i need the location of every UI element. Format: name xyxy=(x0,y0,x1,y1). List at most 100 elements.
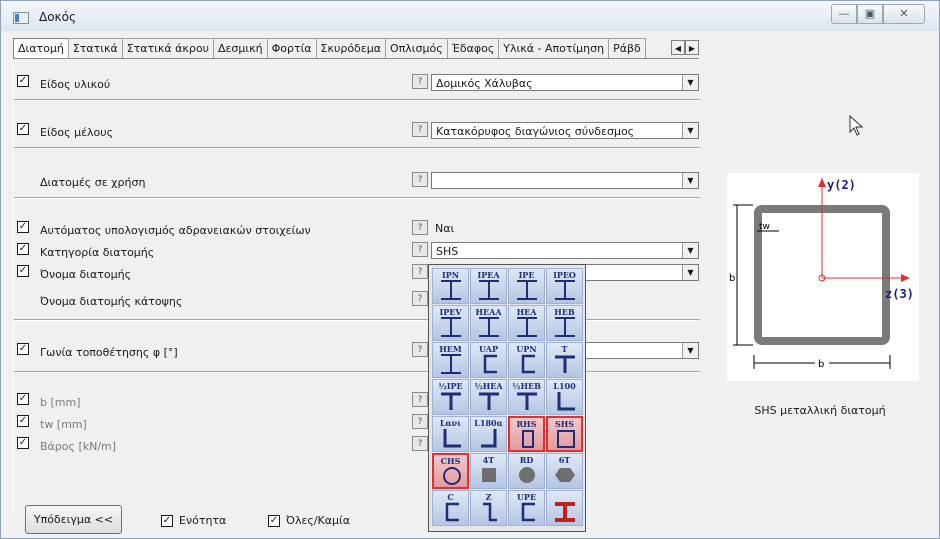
member-type-checkbox[interactable]: ✓ xyxy=(17,123,29,135)
material-label: Είδος υλικού xyxy=(40,78,111,91)
tab-scroll-left-button[interactable]: ◀ xyxy=(671,40,685,55)
material-help-button[interactable]: ? xyxy=(412,74,428,89)
placement-angle-checkbox[interactable]: ✓ xyxy=(17,343,29,355)
b-help-button[interactable]: ? xyxy=(412,392,428,407)
section-upe-option[interactable]: UPE xyxy=(508,490,545,526)
section-lανι-option[interactable]: Lανι xyxy=(432,416,469,452)
sections-in-use-help-button[interactable]: ? xyxy=(412,172,428,187)
section-ipe-option[interactable]: IPE xyxy=(508,268,545,304)
section-hem-option[interactable]: HEM xyxy=(432,342,469,378)
all-none-checkbox-group[interactable]: ✓ Όλες/Καμία xyxy=(268,514,350,527)
title-bar: Δοκός — ▣ ✕ xyxy=(1,1,939,31)
chevron-down-icon[interactable]: ▼ xyxy=(682,173,698,188)
section-name-label: Όνομα διατομής xyxy=(40,268,132,281)
sections-in-use-select[interactable]: ▼ xyxy=(431,172,699,189)
divider xyxy=(14,197,700,199)
section-6t-option[interactable]: 6T xyxy=(546,453,583,489)
row-member-type: ✓ Είδος μέλους ? Κατακόρυφος διαγώνιος σ… xyxy=(14,121,700,143)
tab-strip: Διατομή Στατικά Στατικά άκρου Δεσμική Φο… xyxy=(13,38,699,60)
section-t-option[interactable]: T xyxy=(546,342,583,378)
sample-button[interactable]: Υπόδειγμα << xyxy=(25,505,122,534)
tab-bars[interactable]: Ράβδ xyxy=(608,38,646,58)
chevron-down-icon[interactable]: ▼ xyxy=(682,75,698,90)
tab-end-statics[interactable]: Στατικά άκρου xyxy=(121,38,214,58)
section-category-checkbox[interactable]: ✓ xyxy=(17,243,29,255)
section-rhs-option[interactable]: RHS xyxy=(508,416,545,452)
section-c-option[interactable]: C xyxy=(432,490,469,526)
section-ipea-option[interactable]: IPEA xyxy=(470,268,507,304)
y-axis-arrow-icon xyxy=(818,178,826,187)
member-type-value: Κατακόρυφος διαγώνιος σύνδεσμος xyxy=(436,125,635,138)
section-l100-option[interactable]: L100 xyxy=(546,379,583,415)
tab-statics[interactable]: Στατικά xyxy=(67,38,123,58)
chevron-down-icon[interactable]: ▼ xyxy=(682,123,698,138)
tab-section[interactable]: Διατομή xyxy=(13,38,69,58)
app-icon xyxy=(13,12,29,24)
tab-materials-assessment[interactable]: Υλικά - Αποτίμηση xyxy=(498,38,610,58)
unit-checkbox-group[interactable]: ✓ Ενότητα xyxy=(161,514,226,527)
section-heaa-option[interactable]: HEAA xyxy=(470,305,507,341)
section-name-plan-help-button[interactable]: ? xyxy=(412,291,428,306)
row-section-name: ✓ Όνομα διατομής ? ▼ xyxy=(14,263,700,285)
material-checkbox[interactable]: ✓ xyxy=(17,75,29,87)
section-rd-option[interactable]: RD xyxy=(508,453,545,489)
tw-checkbox[interactable]: ✓ xyxy=(17,415,29,427)
unit-checkbox[interactable]: ✓ xyxy=(161,514,173,527)
weight-label: Βάρος [kN/m] xyxy=(40,440,117,453)
tab-reinforcement[interactable]: Οπλισμός xyxy=(384,38,448,58)
row-section-category: ✓ Κατηγορία διατομής ? SHS ▼ xyxy=(14,241,700,263)
section-hea-option[interactable]: HEA xyxy=(508,305,545,341)
section-category-help-button[interactable]: ? xyxy=(412,242,428,257)
section-heb-option[interactable]: HEB xyxy=(546,305,583,341)
maximize-button[interactable]: ▣ xyxy=(857,4,883,24)
tab-loads[interactable]: Φορτία xyxy=(266,38,317,58)
section-name-help-button[interactable]: ? xyxy=(412,264,428,279)
tab-soil[interactable]: Έδαφος xyxy=(446,38,500,58)
section-upn-option[interactable]: UPN xyxy=(508,342,545,378)
tw-label: tw [mm] xyxy=(40,418,87,431)
auto-inertia-value[interactable]: Ναι xyxy=(431,220,699,237)
section-shs-option[interactable]: SHS xyxy=(546,416,583,452)
auto-inertia-help-button[interactable]: ? xyxy=(412,220,428,235)
chevron-down-icon[interactable]: ▼ xyxy=(682,343,698,358)
placement-angle-help-button[interactable]: ? xyxy=(412,342,428,357)
section-ipev-option[interactable]: IPEV xyxy=(432,305,469,341)
chevron-down-icon[interactable]: ▼ xyxy=(682,265,698,280)
minimize-button[interactable]: — xyxy=(831,4,857,24)
member-type-help-button[interactable]: ? xyxy=(412,122,428,137)
section-z-option[interactable]: Z xyxy=(470,490,507,526)
sections-in-use-label: Διατομές σε χρήση xyxy=(40,176,146,189)
material-select[interactable]: Δομικός Χάλυβας ▼ xyxy=(431,74,699,91)
row-weight: ✓ Βάρος [kN/m] ? xyxy=(14,435,700,457)
tab-bond[interactable]: Δεσμική xyxy=(212,38,268,58)
section-heb-option[interactable]: ½HEB xyxy=(508,379,545,415)
b-checkbox[interactable]: ✓ xyxy=(17,393,29,405)
chevron-down-icon[interactable]: ▼ xyxy=(682,243,698,258)
tw-help-button[interactable]: ? xyxy=(412,414,428,429)
auto-inertia-label: Αυτόματος υπολογισμός αδρανειακών στοιχε… xyxy=(40,224,311,237)
section-chs-option[interactable]: CHS xyxy=(432,453,469,489)
close-button[interactable]: ✕ xyxy=(883,4,925,24)
section-4t-option[interactable]: 4T xyxy=(470,453,507,489)
section-name-checkbox[interactable]: ✓ xyxy=(17,265,29,277)
section-hea-option[interactable]: ½HEA xyxy=(470,379,507,415)
all-none-checkbox-label: Όλες/Καμία xyxy=(286,514,350,527)
section-custom-option[interactable] xyxy=(546,490,583,526)
section-ipeo-option[interactable]: IPEO xyxy=(546,268,583,304)
member-type-select[interactable]: Κατακόρυφος διαγώνιος σύνδεσμος ▼ xyxy=(431,122,699,139)
unit-checkbox-label: Ενότητα xyxy=(179,514,227,527)
tab-scroll-right-button[interactable]: ▶ xyxy=(685,40,699,55)
weight-checkbox[interactable]: ✓ xyxy=(17,437,29,449)
section-ipn-option[interactable]: IPN xyxy=(432,268,469,304)
all-none-checkbox[interactable]: ✓ xyxy=(268,514,280,527)
section-category-select[interactable]: SHS ▼ xyxy=(431,242,699,259)
member-type-label: Είδος μέλους xyxy=(40,126,114,139)
divider xyxy=(14,319,700,321)
section-uap-option[interactable]: UAP xyxy=(470,342,507,378)
auto-inertia-checkbox[interactable]: ✓ xyxy=(17,221,29,233)
mouse-cursor-icon xyxy=(849,115,864,136)
section-ipe-option[interactable]: ½IPE xyxy=(432,379,469,415)
tab-concrete[interactable]: Σκυρόδεμα xyxy=(315,38,386,58)
section-l180α-option[interactable]: L180α xyxy=(470,416,507,452)
weight-help-button[interactable]: ? xyxy=(412,436,428,451)
